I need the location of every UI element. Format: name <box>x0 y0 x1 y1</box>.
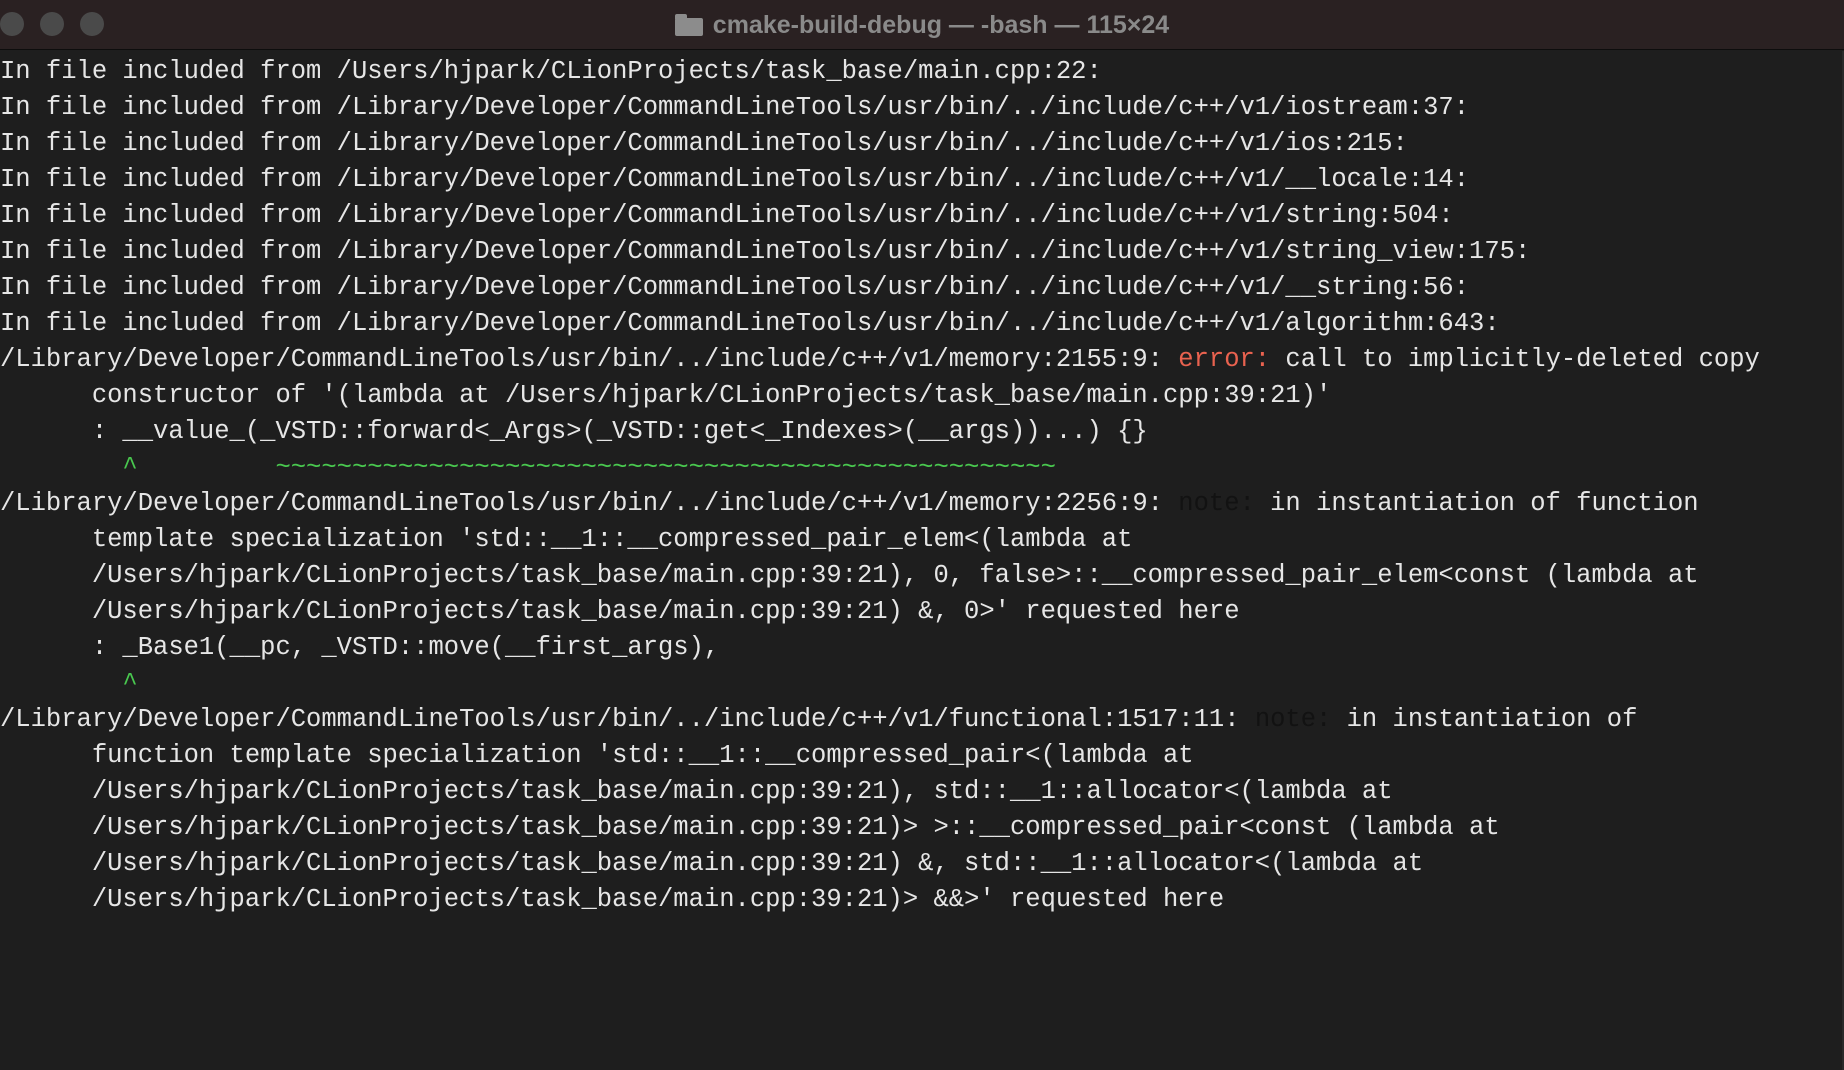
window-title-group: cmake-build-debug — -bash — 115×24 <box>0 0 1844 50</box>
output-line: /Users/hjpark/CLionProjects/task_base/ma… <box>0 885 1225 914</box>
folder-icon <box>674 14 703 36</box>
window-title: cmake-build-debug — -bash — 115×24 <box>712 10 1170 39</box>
note-label: note: <box>1178 489 1255 518</box>
title-bar[interactable]: cmake-build-debug — -bash — 115×24 <box>0 0 1844 50</box>
error-label: error: <box>1178 345 1271 374</box>
note-label: note: <box>1254 705 1332 734</box>
terminal-output[interactable]: In file included from /Users/hjpark/CLio… <box>0 51 1844 1070</box>
terminal-window: cmake-build-debug — -bash — 115×24 In fi… <box>0 0 1844 1070</box>
